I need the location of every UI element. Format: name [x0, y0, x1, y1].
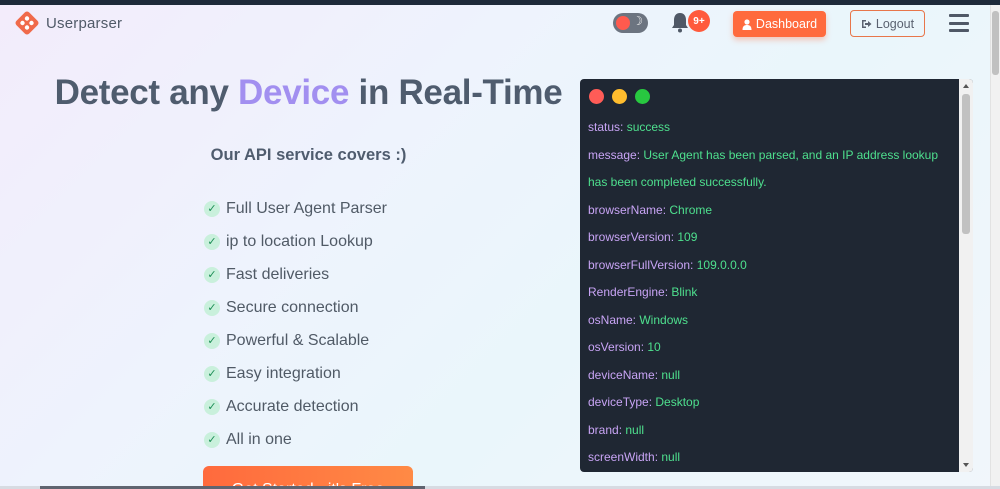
response-line: browserVersion: 109 [588, 230, 698, 244]
response-line: RenderEngine: Blink [588, 285, 698, 299]
response-line: has been completed successfully. [588, 175, 767, 189]
page-scroll-thumb[interactable] [992, 11, 999, 75]
scroll-up-arrow-icon[interactable] [963, 84, 969, 88]
hero-subtitle: Our API service covers :) [210, 146, 407, 164]
user-icon [742, 18, 752, 30]
terminal-scrollbar[interactable] [959, 79, 973, 472]
feature-item: ✓ ip to location Lookup [204, 225, 387, 258]
hero-title: Detect any Device in Real-Time [54, 73, 563, 112]
response-line: osVersion: 10 [588, 340, 661, 354]
theme-toggle[interactable]: ☽ [613, 13, 648, 33]
feature-item: ✓ All in one [204, 423, 387, 456]
response-line: browserName: Chrome [588, 202, 713, 217]
dashboard-button[interactable]: Dashboard [733, 11, 826, 37]
feature-list: ✓ Full User Agent Parser ✓ ip to location … [204, 192, 387, 456]
response-line: deviceName: null [588, 367, 681, 382]
maximize-dot-icon [635, 89, 650, 104]
response-line: browserFullVersion: 109.0.0.0 [588, 257, 747, 272]
brand[interactable]: Userparser [14, 10, 122, 36]
feature-item: ✓ Secure connection [204, 291, 387, 324]
check-icon: ✓ [204, 398, 220, 415]
scroll-down-arrow-icon[interactable] [963, 463, 969, 467]
check-icon: ✓ [204, 431, 220, 448]
logout-button[interactable]: Logout [850, 10, 925, 37]
response-line: brand: null [588, 422, 645, 437]
minimize-dot-icon [612, 89, 627, 104]
hero-title-accent: Device [238, 73, 350, 112]
check-icon: ✓ [204, 266, 220, 283]
moon-icon: ☽ [632, 14, 643, 28]
terminal-scroll-thumb[interactable] [962, 94, 970, 234]
bell-icon[interactable] [670, 11, 690, 33]
response-line: message: User Agent has been parsed, and… [588, 147, 939, 162]
feature-item: ✓ Full User Agent Parser [204, 192, 387, 225]
brand-name: Userparser [46, 14, 123, 32]
check-icon: ✓ [204, 332, 220, 349]
logout-label: Logout [875, 16, 915, 31]
feature-item: ✓ Accurate detection [204, 390, 387, 423]
check-icon: ✓ [204, 299, 220, 316]
feature-item: ✓ Easy integration [204, 357, 387, 390]
feature-item: ✓ Powerful & Scalable [204, 324, 387, 357]
toggle-knob [616, 16, 630, 30]
response-line: screenWidth: null [588, 450, 681, 464]
sign-out-icon [861, 19, 872, 28]
response-lines: status: success message: User Agent has … [588, 114, 958, 472]
notification-badge: 9+ [688, 10, 710, 32]
close-dot-icon [589, 89, 604, 104]
window-top-strip [0, 0, 1000, 5]
page-scrollbar[interactable] [990, 5, 1000, 489]
response-line: osName: Windows [588, 312, 689, 327]
window-controls [589, 89, 650, 104]
check-icon: ✓ [204, 200, 220, 217]
hamburger-icon[interactable] [949, 14, 969, 32]
api-response-terminal: status: success message: User Agent has … [580, 79, 973, 472]
response-line: status: success [588, 120, 671, 134]
diamond-logo-icon [15, 11, 39, 35]
check-icon: ✓ [204, 365, 220, 382]
dashboard-label: Dashboard [755, 17, 818, 31]
check-icon: ✓ [204, 233, 220, 250]
feature-item: ✓ Fast deliveries [204, 258, 387, 291]
response-line: deviceType: Desktop [588, 395, 700, 409]
